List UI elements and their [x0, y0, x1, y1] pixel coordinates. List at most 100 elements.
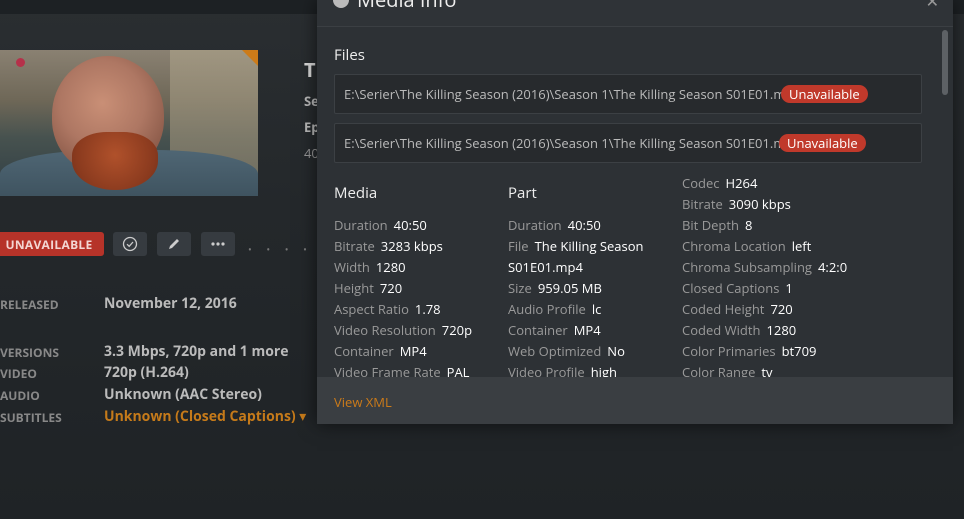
media-prop-row: Container MP4	[334, 342, 427, 360]
stream-prop-key: Bit Depth	[682, 216, 739, 234]
stream-prop-row: Chroma Subsampling 4:2:0	[682, 258, 847, 276]
video-label: VIDEO	[0, 365, 37, 382]
stream-prop-key: Chroma Subsampling	[682, 258, 812, 276]
stream-prop-value: 4:2:0	[818, 258, 848, 276]
stream-prop-value: 720	[770, 300, 793, 318]
media-prop-value: MP4	[399, 342, 427, 360]
file-row: E:\Serier\The Killing Season (2016)\Seas…	[334, 123, 922, 163]
files-heading: Files	[334, 45, 365, 65]
part-prop-value: 40:50	[567, 216, 601, 234]
media-prop-key: Width	[334, 258, 370, 276]
stream-prop-value: left	[791, 237, 812, 255]
media-heading: Media	[334, 183, 378, 203]
media-prop-key: Aspect Ratio	[334, 300, 409, 318]
stream-prop-key: Coded Height	[682, 300, 765, 318]
episode-thumbnail[interactable]	[0, 50, 258, 196]
stream-prop-row: Coded Width 1280	[682, 321, 796, 339]
stream-prop-row: Chroma Location left	[682, 237, 811, 255]
status-badge: Unavailable	[781, 85, 868, 103]
audio-label: AUDIO	[0, 387, 40, 404]
part-prop-value: The Killing Season	[534, 237, 644, 255]
media-prop-row: Aspect Ratio 1.78	[334, 300, 441, 318]
modal-header: Media Info ✕	[317, 0, 953, 27]
stream-prop-row: Coded Height 720	[682, 300, 793, 318]
stream-prop-key: Color Primaries	[682, 342, 776, 360]
more-button[interactable]	[201, 232, 235, 256]
stream-prop-value: 8	[744, 216, 753, 234]
media-prop-key: Video Resolution	[334, 321, 436, 339]
episode-title: T	[304, 56, 316, 83]
media-prop-value: 3283 kbps	[380, 237, 443, 255]
media-prop-row: Width 1280	[334, 258, 406, 276]
stream-prop-value: 3090 kbps	[728, 195, 791, 213]
file-path: E:\Serier\The Killing Season (2016)\Seas…	[344, 134, 799, 152]
stream-prop-key: Bitrate	[682, 195, 723, 213]
media-prop-row: Height 720	[334, 279, 402, 297]
versions-label: VERSIONS	[0, 344, 59, 361]
media-prop-value: 1280	[375, 258, 406, 276]
scrollbar-thumb[interactable]	[942, 30, 948, 95]
part-prop-row: Duration 40:50	[508, 216, 601, 234]
stream-prop-row: Bit Depth 8	[682, 216, 752, 234]
part-prop-value: 959.05 MB	[537, 279, 602, 297]
close-icon[interactable]: ✕	[926, 0, 939, 12]
media-prop-value: 40:50	[393, 216, 427, 234]
file-path: E:\Serier\The Killing Season (2016)\Seas…	[344, 85, 801, 103]
stream-prop-key: Closed Captions	[682, 279, 780, 297]
part-prop-key: Audio Profile	[508, 300, 586, 318]
versions-value[interactable]: 3.3 Mbps, 720p and 1 more	[104, 342, 289, 361]
stream-prop-row: Color Primaries bt709	[682, 342, 816, 360]
media-info-modal: Media Info ✕ Files E:\Serier\The Killing…	[317, 0, 953, 424]
part-prop-row: Web Optimized No	[508, 342, 625, 360]
media-prop-value: 720p	[441, 321, 473, 339]
stream-prop-key: Chroma Location	[682, 237, 786, 255]
part-prop-row: S01E01.mp4	[508, 258, 583, 276]
part-prop-value: MP4	[573, 321, 601, 339]
media-prop-row: Duration 40:50	[334, 216, 427, 234]
media-prop-key: Height	[334, 279, 374, 297]
subtitles-label: SUBTITLES	[0, 409, 62, 426]
released-label: RELEASED	[0, 296, 59, 313]
view-xml-link[interactable]: View XML	[334, 393, 392, 411]
released-value: November 12, 2016	[104, 294, 237, 313]
stream-prop-row: Closed Captions 1	[682, 279, 793, 297]
info-icon	[333, 0, 349, 8]
media-prop-row: Video Resolution 720p	[334, 321, 472, 339]
media-prop-key: Container	[334, 342, 394, 360]
media-prop-key: Duration	[334, 216, 388, 234]
status-badge: Unavailable	[779, 134, 866, 152]
part-prop-key: Container	[508, 321, 568, 339]
part-prop-key: Duration	[508, 216, 562, 234]
stream-prop-value: 1280	[766, 321, 797, 339]
file-row: E:\Serier\The Killing Season (2016)\Seas…	[334, 74, 922, 114]
part-prop-row: Audio Profile lc	[508, 300, 601, 318]
modal-title: Media Info	[357, 0, 456, 13]
check-icon	[122, 236, 138, 252]
subtitles-dropdown[interactable]: Unknown (Closed Captions) ▾	[104, 407, 306, 426]
part-prop-value: No	[607, 342, 625, 360]
stream-prop-value: 1	[785, 279, 793, 297]
unavailable-button[interactable]: UNAVAILABLE	[0, 232, 104, 256]
media-prop-key: Bitrate	[334, 237, 375, 255]
part-prop-key: Web Optimized	[508, 342, 602, 360]
part-prop-key: File	[508, 237, 529, 255]
part-prop-value: lc	[591, 300, 602, 318]
part-prop-row: Container MP4	[508, 321, 601, 339]
mark-watched-button[interactable]	[113, 232, 147, 256]
stream-prop-row: Codec H264	[682, 174, 757, 192]
record-dot-icon	[16, 58, 25, 67]
watched-corner-badge	[242, 50, 258, 66]
part-prop-row: File The Killing Season	[508, 237, 644, 255]
stream-prop-key: Coded Width	[682, 321, 761, 339]
modal-footer: View XML	[317, 377, 953, 424]
stream-prop-value: H264	[725, 174, 758, 192]
edit-icon	[169, 239, 179, 249]
part-heading: Part	[508, 183, 537, 203]
audio-value[interactable]: Unknown (AAC Stereo)	[104, 385, 262, 404]
stream-prop-key: Codec	[682, 174, 720, 192]
media-prop-value: 720	[379, 279, 403, 297]
part-prop-value: S01E01.mp4	[508, 258, 583, 276]
media-prop-row: Bitrate 3283 kbps	[334, 237, 443, 255]
edit-button[interactable]	[157, 232, 191, 256]
part-prop-key: Size	[508, 279, 532, 297]
